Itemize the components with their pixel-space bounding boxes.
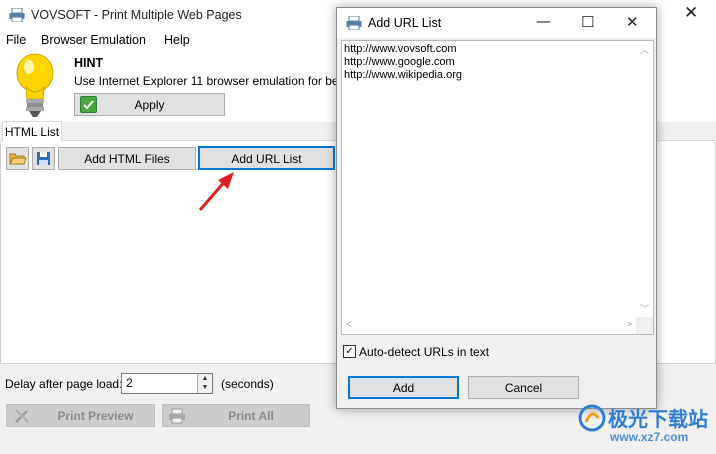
dialog-title: Add URL List bbox=[368, 16, 442, 30]
auto-detect-label: Auto-detect URLs in text bbox=[359, 345, 490, 359]
folder-open-icon bbox=[9, 153, 27, 165]
apply-button[interactable]: Apply bbox=[74, 93, 225, 116]
delay-spinner[interactable]: ▲ ▼ bbox=[197, 374, 212, 393]
save-list-button[interactable] bbox=[32, 147, 55, 170]
delay-spinbox[interactable]: 2 ▲ ▼ bbox=[121, 373, 213, 394]
print-preview-button[interactable]: Print Preview bbox=[6, 404, 155, 427]
url-line: http://www.google.com bbox=[344, 56, 455, 68]
add-url-list-button[interactable]: Add URL List bbox=[198, 146, 335, 170]
apply-button-label: Apply bbox=[134, 98, 165, 112]
save-icon bbox=[37, 152, 50, 165]
print-preview-label: Print Preview bbox=[57, 409, 134, 423]
print-all-label: Print All bbox=[228, 409, 274, 423]
close-icon[interactable]: ✕ bbox=[684, 3, 698, 23]
scroll-left-icon[interactable]: < bbox=[346, 319, 351, 329]
auto-detect-checkbox[interactable]: ✓ bbox=[343, 345, 356, 358]
annotation-arrow bbox=[198, 172, 234, 211]
horizontal-scrollbar[interactable]: < > bbox=[342, 317, 638, 334]
minimize-icon[interactable]: — bbox=[536, 12, 551, 30]
hint-text: Use Internet Explorer 11 browser emulati… bbox=[74, 74, 336, 88]
dialog-title-bar: Add URL List — ☐ ✕ bbox=[337, 8, 656, 38]
close-icon[interactable]: ✕ bbox=[626, 13, 639, 31]
window-title: VOVSOFT - Print Multiple Web Pages bbox=[31, 8, 242, 22]
watermark-url: www.xz7.com bbox=[610, 430, 689, 444]
add-url-list-dialog: Add URL List — ☐ ✕ http://www.vovsoft.co… bbox=[336, 7, 657, 409]
scroll-right-icon[interactable]: > bbox=[627, 319, 632, 329]
add-html-files-button[interactable]: Add HTML Files bbox=[58, 147, 196, 170]
print-all-button[interactable]: Print All bbox=[162, 404, 310, 427]
scroll-down-icon[interactable]: ﹀ bbox=[640, 302, 649, 315]
url-line: http://www.vovsoft.com bbox=[344, 43, 457, 55]
tab-html-list[interactable]: HTML List bbox=[2, 121, 62, 143]
menu-help[interactable]: Help bbox=[164, 33, 190, 47]
menu-browser-emulation[interactable]: Browser Emulation bbox=[41, 33, 146, 47]
seconds-label: (seconds) bbox=[221, 377, 274, 391]
delay-label: Delay after page load: bbox=[5, 377, 123, 391]
delay-value: 2 bbox=[126, 376, 133, 390]
printer-app-icon bbox=[9, 8, 25, 22]
hint-title: HINT bbox=[74, 56, 104, 70]
scroll-up-icon[interactable]: ︿ bbox=[640, 43, 649, 56]
printer-app-icon bbox=[346, 16, 362, 30]
lightbulb-icon bbox=[16, 53, 54, 117]
spin-down-icon[interactable]: ▼ bbox=[198, 383, 212, 392]
spin-up-icon[interactable]: ▲ bbox=[198, 374, 212, 383]
vertical-scrollbar[interactable]: ︿ ﹀ bbox=[636, 41, 653, 317]
cancel-button[interactable]: Cancel bbox=[468, 376, 579, 399]
scroll-corner bbox=[636, 317, 653, 334]
url-line: http://www.wikipedia.org bbox=[344, 69, 462, 81]
watermark-logo-icon bbox=[578, 404, 606, 432]
watermark: 极光下载站 www.xz7.com bbox=[574, 398, 716, 450]
tools-icon bbox=[15, 409, 29, 423]
menu-file[interactable]: File bbox=[6, 33, 26, 47]
url-list-textarea[interactable]: http://www.vovsoft.com http://www.google… bbox=[341, 40, 654, 335]
add-button[interactable]: Add bbox=[348, 376, 459, 399]
printer-icon bbox=[169, 408, 185, 424]
maximize-icon[interactable]: ☐ bbox=[581, 13, 594, 31]
watermark-text: 极光下载站 bbox=[608, 407, 708, 431]
open-folder-button[interactable] bbox=[6, 147, 29, 170]
